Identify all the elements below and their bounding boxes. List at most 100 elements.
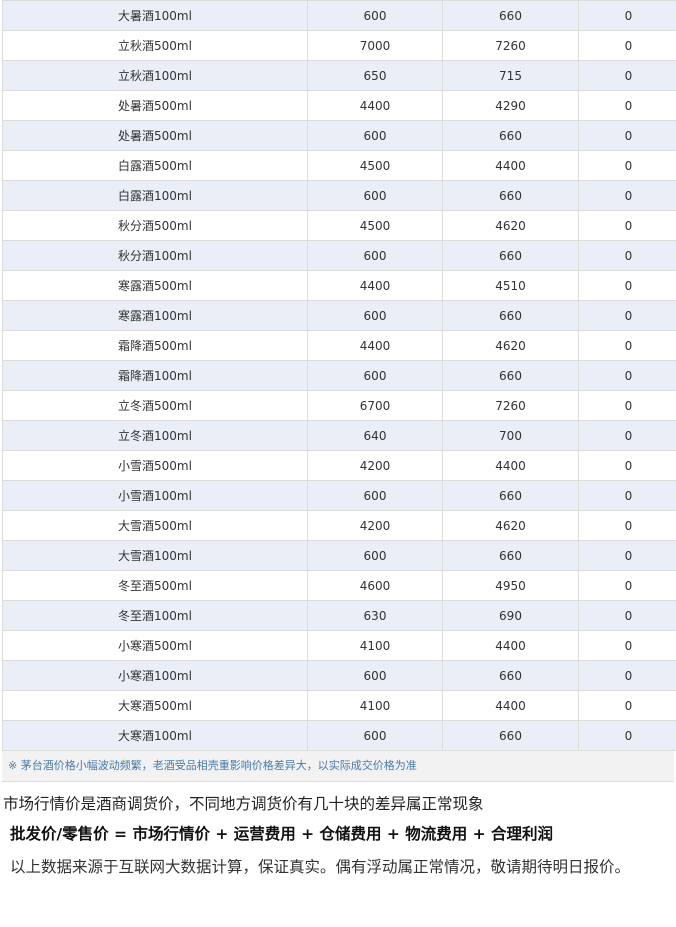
wholesale-price-cell: 4500	[307, 150, 443, 181]
table-row: 小雪酒500ml 4200 4400 0	[2, 450, 676, 481]
price-formula: 批发价/零售价 = 市场行情价 + 运营费用 + 仓储费用 + 物流费用 + 合…	[10, 825, 554, 843]
market-price-explanation: 市场行情价是酒商调货价，不同地方调货价有几十块的差异属正常现象	[3, 795, 484, 813]
price-change-cell: 0	[578, 180, 676, 211]
table-row: 白露酒100ml 600 660 0	[2, 180, 676, 211]
product-name-cell: 霜降酒500ml	[2, 330, 308, 361]
product-name-cell: 小寒酒500ml	[2, 630, 308, 661]
retail-price-cell: 660	[442, 0, 579, 31]
retail-price-cell: 7260	[442, 30, 579, 61]
price-change-cell: 0	[578, 480, 676, 511]
price-change-cell: 0	[578, 150, 676, 181]
wholesale-price-cell: 650	[307, 60, 443, 91]
price-note: ※ 茅台酒价格小幅波动频繁，老酒受品相壳重影响价格差异大，以实际成交价格为准	[2, 751, 674, 782]
wholesale-price-cell: 4100	[307, 690, 443, 721]
table-row: 立秋酒500ml 7000 7260 0	[2, 30, 676, 61]
table-row: 立冬酒100ml 640 700 0	[2, 420, 676, 451]
product-name-cell: 白露酒500ml	[2, 150, 308, 181]
retail-price-cell: 4400	[442, 450, 579, 481]
product-name-cell: 大寒酒500ml	[2, 690, 308, 721]
wholesale-price-cell: 600	[307, 540, 443, 571]
table-row: 白露酒500ml 4500 4400 0	[2, 150, 676, 181]
price-change-cell: 0	[578, 30, 676, 61]
retail-price-cell: 660	[442, 480, 579, 511]
retail-price-cell: 4620	[442, 210, 579, 241]
price-change-cell: 0	[578, 330, 676, 361]
wholesale-price-cell: 600	[307, 120, 443, 151]
retail-price-cell: 4400	[442, 150, 579, 181]
retail-price-cell: 4400	[442, 690, 579, 721]
product-name-cell: 立秋酒500ml	[2, 30, 308, 61]
table-row: 立秋酒100ml 650 715 0	[2, 60, 676, 91]
retail-price-cell: 715	[442, 60, 579, 91]
table-row: 小寒酒500ml 4100 4400 0	[2, 630, 676, 661]
retail-price-cell: 660	[442, 540, 579, 571]
table-row: 大雪酒500ml 4200 4620 0	[2, 510, 676, 541]
product-name-cell: 寒露酒500ml	[2, 270, 308, 301]
price-change-cell: 0	[578, 630, 676, 661]
product-name-cell: 小雪酒100ml	[2, 480, 308, 511]
retail-price-cell: 660	[442, 300, 579, 331]
product-name-cell: 小雪酒500ml	[2, 450, 308, 481]
wholesale-price-cell: 600	[307, 300, 443, 331]
price-change-cell: 0	[578, 600, 676, 631]
retail-price-cell: 700	[442, 420, 579, 451]
wholesale-price-cell: 4200	[307, 450, 443, 481]
wholesale-price-cell: 4500	[307, 210, 443, 241]
product-name-cell: 冬至酒100ml	[2, 600, 308, 631]
product-name-cell: 寒露酒100ml	[2, 300, 308, 331]
wholesale-price-cell: 4400	[307, 330, 443, 361]
product-name-cell: 秋分酒100ml	[2, 240, 308, 271]
price-change-cell: 0	[578, 690, 676, 721]
retail-price-cell: 660	[442, 720, 579, 751]
price-change-cell: 0	[578, 390, 676, 421]
retail-price-cell: 4620	[442, 330, 579, 361]
product-name-cell: 立秋酒100ml	[2, 60, 308, 91]
retail-price-cell: 660	[442, 660, 579, 691]
table-row: 霜降酒500ml 4400 4620 0	[2, 330, 676, 361]
wholesale-price-cell: 640	[307, 420, 443, 451]
product-name-cell: 立冬酒100ml	[2, 420, 308, 451]
table-row: 秋分酒100ml 600 660 0	[2, 240, 676, 271]
retail-price-cell: 4950	[442, 570, 579, 601]
price-change-cell: 0	[578, 90, 676, 121]
price-table: 大暑酒100ml 600 660 0 立秋酒500ml 7000 7260 0 立秋酒100ml…	[2, 0, 676, 751]
retail-price-cell: 4620	[442, 510, 579, 541]
wholesale-price-cell: 600	[307, 360, 443, 391]
product-name-cell: 大雪酒100ml	[2, 540, 308, 571]
retail-price-cell: 660	[442, 180, 579, 211]
table-row: 寒露酒100ml 600 660 0	[2, 300, 676, 331]
wholesale-price-cell: 4600	[307, 570, 443, 601]
retail-price-cell: 660	[442, 120, 579, 151]
product-name-cell: 秋分酒500ml	[2, 210, 308, 241]
table-row: 冬至酒100ml 630 690 0	[2, 600, 676, 631]
retail-price-cell: 4400	[442, 630, 579, 661]
price-change-cell: 0	[578, 450, 676, 481]
price-change-cell: 0	[578, 240, 676, 271]
wholesale-price-cell: 600	[307, 480, 443, 511]
price-change-cell: 0	[578, 210, 676, 241]
wholesale-price-cell: 7000	[307, 30, 443, 61]
retail-price-cell: 4290	[442, 90, 579, 121]
table-row: 处暑酒500ml 4400 4290 0	[2, 90, 676, 121]
table-row: 处暑酒500ml 600 660 0	[2, 120, 676, 151]
price-change-cell: 0	[578, 720, 676, 751]
price-change-cell: 0	[578, 300, 676, 331]
table-row: 大雪酒100ml 600 660 0	[2, 540, 676, 571]
wholesale-price-cell: 4200	[307, 510, 443, 541]
price-change-cell: 0	[578, 570, 676, 601]
retail-price-cell: 660	[442, 360, 579, 391]
table-row: 寒露酒500ml 4400 4510 0	[2, 270, 676, 301]
price-change-cell: 0	[578, 0, 676, 31]
product-name-cell: 冬至酒500ml	[2, 570, 308, 601]
retail-price-cell: 7260	[442, 390, 579, 421]
product-name-cell: 大雪酒500ml	[2, 510, 308, 541]
wholesale-price-cell: 600	[307, 180, 443, 211]
wholesale-price-cell: 630	[307, 600, 443, 631]
product-name-cell: 大寒酒100ml	[2, 720, 308, 751]
product-name-cell: 白露酒100ml	[2, 180, 308, 211]
wholesale-price-cell: 4400	[307, 90, 443, 121]
price-change-cell: 0	[578, 660, 676, 691]
price-change-cell: 0	[578, 270, 676, 301]
wholesale-price-cell: 4400	[307, 270, 443, 301]
table-row: 大寒酒500ml 4100 4400 0	[2, 690, 676, 721]
